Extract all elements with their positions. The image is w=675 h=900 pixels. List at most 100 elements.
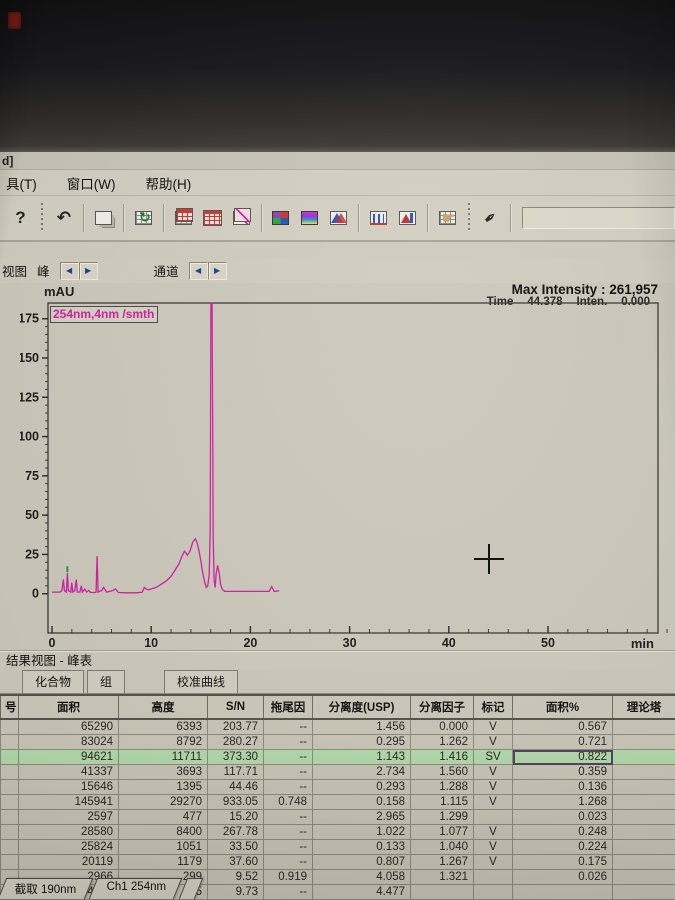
table-cell[interactable] — [0, 734, 19, 750]
table-row[interactable]: 15646 1395 44.46 -- 0.293 1.288 V 0.136 — [0, 779, 675, 795]
table-cell[interactable]: 0.295 — [312, 734, 411, 750]
table-cell[interactable]: 15.20 — [207, 809, 264, 825]
chart-to-table-icon[interactable] — [228, 203, 255, 233]
table-cell[interactable]: -- — [263, 854, 313, 870]
export-table-icon[interactable] — [170, 203, 197, 233]
table-cell[interactable]: -- — [263, 764, 313, 780]
table-cell[interactable] — [612, 749, 675, 765]
table-cell[interactable]: 65290 — [18, 718, 119, 735]
chromatogram-compare-icon[interactable] — [394, 203, 421, 233]
table-cell[interactable]: 28580 — [18, 824, 119, 840]
table-cell[interactable]: 0.248 — [512, 824, 613, 840]
table-cell[interactable]: 203.77 — [207, 718, 264, 735]
column-header[interactable]: 号 — [0, 694, 19, 720]
table-row[interactable]: 145941 29270 933.05 0.748 0.158 1.115 V 1.268 — [0, 794, 675, 810]
table-cell[interactable]: 1395 — [118, 779, 208, 795]
table-cell[interactable]: 8792 — [118, 734, 208, 750]
table-cell[interactable] — [512, 884, 613, 900]
table-cell[interactable]: 1.143 — [312, 749, 411, 765]
table-cell[interactable]: 9.52 — [207, 869, 264, 885]
table-row[interactable]: 2597 477 15.20 -- 2.965 1.299 0.023 — [0, 809, 675, 825]
table-row[interactable]: 20119 1179 37.60 -- 0.807 1.267 V 0.175 — [0, 854, 675, 870]
table-cell[interactable]: 0.721 — [512, 734, 613, 750]
column-header[interactable]: 分离度(USP) — [312, 694, 411, 720]
column-header[interactable]: 拖尾因 — [263, 694, 313, 720]
table-cell[interactable]: -- — [263, 718, 313, 735]
table-cell[interactable] — [0, 749, 19, 765]
sheet-tab-ch1[interactable]: Ch1 254nm — [89, 878, 184, 899]
table-cell[interactable]: 0.133 — [312, 839, 411, 855]
tab-compound[interactable]: 化合物 — [22, 670, 85, 693]
table-cell[interactable]: 15646 — [18, 779, 119, 795]
toolbar-grip[interactable] — [39, 203, 45, 233]
table-row[interactable]: 65290 6393 203.77 -- 1.456 0.000 V 0.567 — [0, 718, 675, 735]
table-cell[interactable]: 2.734 — [312, 764, 411, 780]
table-cell[interactable]: 0.023 — [512, 809, 613, 825]
table-cell[interactable]: 20119 — [18, 854, 119, 870]
sheet-tab-extract[interactable]: 截取 190nm — [0, 878, 94, 899]
table-cell[interactable]: 11711 — [118, 749, 208, 765]
table-cell[interactable]: 145941 — [18, 794, 119, 810]
table-cell[interactable]: 4.477 — [312, 884, 411, 900]
table-cell[interactable]: 0.224 — [512, 839, 613, 855]
table-cell[interactable]: 0.136 — [512, 779, 613, 795]
table-cell[interactable]: -- — [263, 839, 313, 855]
table-cell[interactable]: 0.807 — [312, 854, 411, 870]
table-cell[interactable]: 477 — [118, 809, 208, 825]
menu-item-tools[interactable]: 具(T) — [4, 171, 39, 195]
table-row[interactable]: 41337 3693 117.71 -- 2.734 1.560 V 0.359 — [0, 764, 675, 780]
table-cell[interactable]: 1179 — [118, 854, 208, 870]
column-header[interactable]: 理论塔 — [612, 694, 675, 720]
table-row[interactable]: 83024 8792 280.27 -- 0.295 1.262 V 0.721 — [0, 734, 675, 750]
table-cell[interactable] — [0, 839, 19, 855]
table-cell[interactable]: 25824 — [18, 839, 119, 855]
table-cell[interactable]: 83024 — [18, 734, 119, 750]
chromatogram-blue-icon[interactable] — [365, 203, 392, 233]
table-cell[interactable]: 117.71 — [207, 764, 264, 780]
table-cell[interactable] — [612, 779, 675, 795]
table-cell[interactable]: 0.026 — [512, 869, 613, 885]
table-cell[interactable] — [612, 794, 675, 810]
column-header[interactable]: 面积% — [512, 694, 613, 720]
table-cell[interactable]: 1.267 — [410, 854, 474, 870]
sheet-tab-stub[interactable] — [178, 878, 204, 899]
manual-integration-icon[interactable]: ☛ — [434, 203, 461, 233]
channel-next-button[interactable]: ▶ — [207, 261, 227, 280]
menu-item-help[interactable]: 帮助(H) — [143, 171, 193, 195]
table-cell[interactable]: SV — [473, 749, 513, 765]
table-cell[interactable]: -- — [263, 809, 313, 825]
table-cell[interactable]: 0.567 — [512, 718, 613, 735]
table-cell[interactable]: 1.268 — [512, 794, 613, 810]
table-cell[interactable]: -- — [263, 749, 313, 765]
peak-overlay-icon[interactable] — [325, 203, 352, 233]
table-cell[interactable]: 1.022 — [312, 824, 411, 840]
table-cell[interactable] — [473, 869, 513, 885]
table-cell[interactable]: -- — [263, 779, 313, 795]
table-cell[interactable]: 41337 — [18, 764, 119, 780]
table-cell[interactable] — [473, 884, 513, 900]
table-cell[interactable]: V — [473, 794, 513, 810]
table-cell[interactable]: 1.288 — [410, 779, 474, 795]
peak-next-button[interactable]: ▶ — [78, 261, 98, 280]
table-cell[interactable]: 6393 — [118, 718, 208, 735]
table-cell[interactable]: 44.46 — [207, 779, 264, 795]
table-cell[interactable] — [473, 809, 513, 825]
column-header[interactable]: S/N — [207, 694, 264, 720]
tab-calibration-curve[interactable]: 校准曲线 — [164, 670, 239, 693]
table-cell[interactable]: V — [473, 839, 513, 855]
table-cell[interactable]: 1.560 — [410, 764, 474, 780]
data-table-icon[interactable] — [199, 203, 226, 233]
table-cell[interactable] — [0, 854, 19, 870]
table-cell[interactable]: 373.30 — [207, 749, 264, 765]
table-cell[interactable] — [612, 884, 675, 900]
table-cell[interactable]: 1.040 — [410, 839, 474, 855]
table-cell[interactable]: 280.27 — [207, 734, 264, 750]
table-cell[interactable] — [410, 884, 474, 900]
table-cell[interactable]: 0.175 — [512, 854, 613, 870]
table-cell[interactable]: 94621 — [18, 749, 119, 765]
table-cell[interactable] — [612, 869, 675, 885]
table-row[interactable]: 94621 11711 373.30 -- 1.143 1.416 SV 0.822 — [0, 749, 675, 765]
channel-label[interactable]: 254nm,4nm /smth — [50, 306, 159, 323]
table-cell[interactable]: 0.293 — [312, 779, 411, 795]
help-icon[interactable]: ? — [7, 203, 34, 233]
